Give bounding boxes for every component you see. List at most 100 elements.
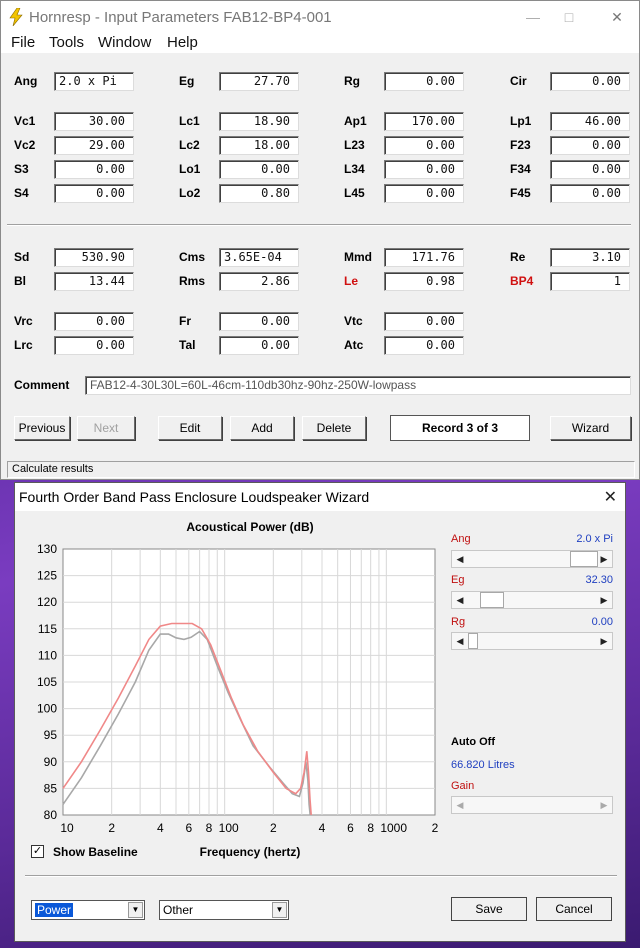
baseline-type-dropdown[interactable]: Other ▼ <box>159 900 289 920</box>
field-le[interactable]: 0.98 <box>384 272 464 291</box>
gain-label: Gain <box>451 780 475 792</box>
field-bl[interactable]: 13.44 <box>54 272 134 291</box>
y-tick-label: 130 <box>37 542 57 556</box>
field-fr[interactable]: 0.00 <box>219 312 299 331</box>
wizard-window: Fourth Order Band Pass Enclosure Loudspe… <box>14 482 626 942</box>
record-indicator: Record 3 of 3 <box>390 415 530 441</box>
label-ap1: Ap1 <box>344 114 367 128</box>
field-f45[interactable]: 0.00 <box>550 184 630 203</box>
y-tick-label: 120 <box>37 595 57 609</box>
rg-slider-thumb[interactable] <box>468 633 478 649</box>
y-tick-label: 85 <box>44 781 58 795</box>
next-button[interactable]: Next <box>77 416 135 440</box>
save-button[interactable]: Save <box>451 897 527 921</box>
chart-area: Acoustical Power (dB) 130 125 120 115 110 105… <box>15 511 455 871</box>
field-l45[interactable]: 0.00 <box>384 184 464 203</box>
menu-tools[interactable]: Tools <box>49 34 84 51</box>
previous-button[interactable]: Previous <box>14 416 70 440</box>
field-vc2[interactable]: 29.00 <box>54 136 134 155</box>
field-tal[interactable]: 0.00 <box>219 336 299 355</box>
field-lc1[interactable]: 18.90 <box>219 112 299 131</box>
delete-button[interactable]: Delete <box>302 416 366 440</box>
field-cir[interactable]: 0.00 <box>550 72 630 91</box>
gain-slider[interactable]: ◀ ▶ <box>451 796 613 814</box>
field-lrc[interactable]: 0.00 <box>54 336 134 355</box>
field-ang[interactable]: 2.0 x Pi <box>54 72 134 91</box>
ang-slider[interactable]: ◀ ▶ <box>451 550 613 568</box>
label-vc1: Vc1 <box>14 114 36 128</box>
rg-right-arrow-icon[interactable]: ▶ <box>596 633 612 649</box>
field-sd[interactable]: 530.90 <box>54 248 134 267</box>
y-tick-label: 115 <box>38 622 57 636</box>
label-vtc: Vtc <box>344 314 363 328</box>
ang-label: Ang <box>451 533 471 545</box>
label-mmd: Mmd <box>344 250 372 264</box>
maximize-button[interactable]: □ <box>557 7 581 27</box>
gain-right-arrow-icon[interactable]: ▶ <box>596 797 612 813</box>
lightning-icon <box>9 8 23 26</box>
field-vtc[interactable]: 0.00 <box>384 312 464 331</box>
label-rg: Rg <box>344 74 360 88</box>
wizard-button[interactable]: Wizard <box>550 416 631 440</box>
eg-slider[interactable]: ◀ ▶ <box>451 591 613 609</box>
y-tick-label: 110 <box>38 648 57 662</box>
field-f34[interactable]: 0.00 <box>550 160 630 179</box>
menu-help[interactable]: Help <box>167 34 198 51</box>
field-re[interactable]: 3.10 <box>550 248 630 267</box>
comment-field[interactable]: FAB12-4-30L30L=60L-46cm-110db30hz-90hz-2… <box>85 376 631 395</box>
field-vrc[interactable]: 0.00 <box>54 312 134 331</box>
menu-file[interactable]: File <box>11 34 35 51</box>
result-type-dropdown[interactable]: Power ▼ <box>31 900 145 920</box>
hornresp-window: Hornresp - Input Parameters FAB12-BP4-00… <box>0 0 640 480</box>
volume-litres: 66.820 Litres <box>451 759 515 771</box>
ang-value: 2.0 x Pi <box>576 533 613 545</box>
close-button[interactable]: ✕ <box>605 7 629 27</box>
show-baseline-label: Show Baseline <box>53 845 138 859</box>
field-lp1[interactable]: 46.00 <box>550 112 630 131</box>
field-eg[interactable]: 27.70 <box>219 72 299 91</box>
rg-left-arrow-icon[interactable]: ◀ <box>452 633 468 649</box>
ang-left-arrow-icon[interactable]: ◀ <box>452 551 468 567</box>
field-lc2[interactable]: 18.00 <box>219 136 299 155</box>
gain-left-arrow-icon[interactable]: ◀ <box>452 797 468 813</box>
field-cms[interactable]: 3.65E-04 <box>219 248 299 267</box>
wizard-title-bar: Fourth Order Band Pass Enclosure Loudspe… <box>15 483 625 511</box>
field-vc1[interactable]: 30.00 <box>54 112 134 131</box>
show-baseline-checkbox[interactable]: ✓ <box>31 845 44 858</box>
eg-right-arrow-icon[interactable]: ▶ <box>596 592 612 608</box>
field-mmd[interactable]: 171.76 <box>384 248 464 267</box>
field-rms[interactable]: 2.86 <box>219 272 299 291</box>
field-f23[interactable]: 0.00 <box>550 136 630 155</box>
y-tick-label: 100 <box>37 702 57 716</box>
field-l34[interactable]: 0.00 <box>384 160 464 179</box>
field-lo2[interactable]: 0.80 <box>219 184 299 203</box>
eg-slider-thumb[interactable] <box>480 592 504 608</box>
field-atc[interactable]: 0.00 <box>384 336 464 355</box>
wizard-close-button[interactable]: ✕ <box>604 487 617 507</box>
menu-window[interactable]: Window <box>98 34 151 51</box>
label-re: Re <box>510 250 526 264</box>
ang-slider-thumb[interactable] <box>570 551 598 567</box>
field-bp4[interactable]: 1 <box>550 272 630 291</box>
dropdown-arrow-icon[interactable]: ▼ <box>128 902 143 918</box>
field-l23[interactable]: 0.00 <box>384 136 464 155</box>
wizard-divider <box>25 875 617 877</box>
field-rg[interactable]: 0.00 <box>384 72 464 91</box>
cancel-button[interactable]: Cancel <box>536 897 612 921</box>
field-ap1[interactable]: 170.00 <box>384 112 464 131</box>
dropdown-arrow-icon[interactable]: ▼ <box>272 902 287 918</box>
eg-left-arrow-icon[interactable]: ◀ <box>452 592 468 608</box>
label-comment: Comment <box>14 378 70 392</box>
rg-slider[interactable]: ◀ ▶ <box>451 632 613 650</box>
add-button[interactable]: Add <box>230 416 294 440</box>
ang-right-arrow-icon[interactable]: ▶ <box>596 551 612 567</box>
minimize-button[interactable]: — <box>521 7 545 27</box>
x-tick-label: 8 <box>206 821 213 835</box>
label-s3: S3 <box>14 162 29 176</box>
field-lo1[interactable]: 0.00 <box>219 160 299 179</box>
field-s3[interactable]: 0.00 <box>54 160 134 179</box>
y-tick-label: 80 <box>44 808 58 822</box>
field-s4[interactable]: 0.00 <box>54 184 134 203</box>
rg-value: 0.00 <box>591 616 613 628</box>
edit-button[interactable]: Edit <box>158 416 222 440</box>
